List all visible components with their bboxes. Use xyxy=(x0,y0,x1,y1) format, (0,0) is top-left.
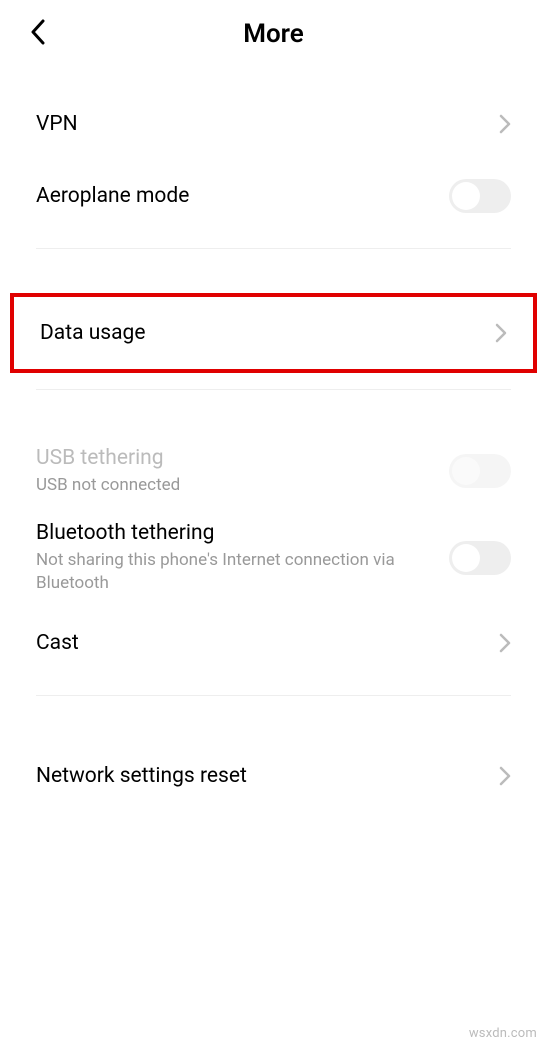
chevron-right-icon xyxy=(499,766,511,786)
row-network-settings-reset[interactable]: Network settings reset xyxy=(0,740,547,812)
page-title: More xyxy=(20,19,527,49)
row-bt-tethering-subtitle: Not sharing this phone's Internet connec… xyxy=(36,549,449,595)
header: More xyxy=(0,0,547,68)
divider xyxy=(36,695,511,696)
settings-list: VPN Aeroplane mode Data usage USB tether… xyxy=(0,68,547,812)
row-usb-tethering-title: USB tethering xyxy=(36,446,449,470)
row-aeroplane-title: Aeroplane mode xyxy=(36,184,449,208)
row-cast-title: Cast xyxy=(36,631,499,655)
chevron-right-icon xyxy=(499,633,511,653)
bluetooth-tethering-toggle[interactable] xyxy=(449,541,511,575)
back-button[interactable] xyxy=(30,19,46,49)
row-data-usage[interactable]: Data usage xyxy=(14,297,533,369)
row-aeroplane-mode[interactable]: Aeroplane mode xyxy=(0,160,547,232)
row-usb-tethering: USB tethering USB not connected xyxy=(0,434,547,509)
row-bt-tethering-title: Bluetooth tethering xyxy=(36,521,449,545)
row-usb-tethering-subtitle: USB not connected xyxy=(36,474,449,497)
divider xyxy=(36,389,511,390)
highlight-data-usage: Data usage xyxy=(10,293,537,373)
row-vpn[interactable]: VPN xyxy=(0,88,547,160)
row-net-reset-title: Network settings reset xyxy=(36,764,499,788)
watermark: wsxdn.com xyxy=(469,1026,537,1041)
row-bluetooth-tethering[interactable]: Bluetooth tethering Not sharing this pho… xyxy=(0,509,547,607)
row-vpn-title: VPN xyxy=(36,112,499,136)
aeroplane-toggle[interactable] xyxy=(449,179,511,213)
chevron-right-icon xyxy=(499,114,511,134)
chevron-right-icon xyxy=(495,323,507,343)
chevron-left-icon xyxy=(30,19,46,45)
row-data-usage-title: Data usage xyxy=(40,321,495,345)
row-cast[interactable]: Cast xyxy=(0,607,547,679)
divider xyxy=(36,248,511,249)
usb-tethering-toggle xyxy=(449,454,511,488)
